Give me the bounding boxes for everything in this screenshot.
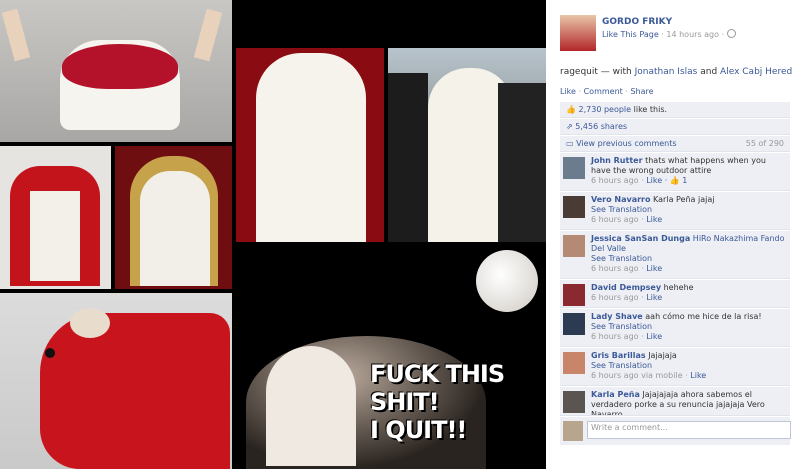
comment-like-count[interactable]: · 👍 1 — [665, 176, 688, 185]
avatar[interactable] — [563, 391, 585, 413]
caption-and: and — [700, 67, 718, 77]
thumbs-up-icon: 👍 — [566, 105, 576, 114]
comment-bubble-icon: ▭ — [566, 139, 574, 148]
shares-row: ⇗ 5,456 shares — [560, 119, 790, 135]
caption-text: ragequit — with — [560, 67, 632, 77]
avatar[interactable] — [563, 421, 583, 441]
comment-item: Gris Barillas Jajajaja See Translation 6… — [560, 348, 790, 386]
see-translation-link[interactable]: See Translation — [591, 254, 652, 263]
view-previous-comments-link[interactable]: View previous comments — [576, 139, 676, 148]
comment-like-link[interactable]: Like — [690, 371, 706, 380]
avatar[interactable] — [563, 284, 585, 306]
comment-time: 6 hours ago via mobile · — [591, 371, 688, 380]
photo-pope-cape-blown — [0, 0, 232, 142]
comment-time: 6 hours ago · — [591, 264, 644, 273]
photo-pope-with-guards — [388, 48, 546, 242]
facebook-post-panel: GORDO FRIKY Like This Page · 14 hours ag… — [546, 0, 800, 469]
globe-icon — [726, 29, 736, 38]
see-translation-link[interactable]: See Translation — [591, 361, 652, 370]
comment-like-link[interactable]: Like — [646, 215, 662, 224]
post-actions: Like · Comment · Share — [560, 87, 654, 96]
comment-text: Jajajaja — [648, 351, 677, 360]
comment-item: Vero Navarro Karla Peña jajaj See Transl… — [560, 192, 790, 230]
photo-collage[interactable]: FUCK THIS SHIT! I QUIT!! — [0, 0, 546, 469]
see-translation-link[interactable]: See Translation — [591, 205, 652, 214]
comment-text: aah cómo me hice de la risa! — [645, 312, 762, 321]
write-comment-row: Write a comment... — [560, 417, 791, 445]
post-caption: ragequit — with Jonathan Islas and Alex … — [560, 67, 800, 77]
comment-like-link[interactable]: Like — [646, 264, 662, 273]
likes-row: 👍 2,730 people like this. — [560, 102, 790, 118]
shares-link[interactable]: 5,456 shares — [575, 122, 627, 131]
comment-like-link[interactable]: Like — [646, 332, 662, 341]
comment-item: John Rutter thats what happens when you … — [560, 153, 790, 191]
photo-pope-mantle-face — [236, 48, 384, 242]
meme-caption: FUCK THIS SHIT! I QUIT!! — [370, 360, 546, 444]
comment-author[interactable]: John Rutter — [591, 156, 643, 165]
comment-author[interactable]: David Dempsey — [591, 283, 661, 292]
comment-author[interactable]: Lady Shave — [591, 312, 643, 321]
comment-time: 6 hours ago · — [591, 176, 644, 185]
meme-line-1: FUCK THIS SHIT! — [370, 360, 505, 416]
comment-item: Karla Peña Jajajajaja ahora sabemos el v… — [560, 387, 790, 416]
avatar[interactable] — [563, 157, 585, 179]
comment-text: hehehe — [663, 283, 694, 292]
share-icon: ⇗ — [566, 122, 573, 131]
like-action[interactable]: Like — [560, 87, 576, 96]
share-action[interactable]: Share — [630, 87, 653, 96]
page-avatar[interactable] — [560, 15, 596, 51]
comment-time: 6 hours ago · — [591, 215, 644, 224]
avatar[interactable] — [563, 313, 585, 335]
page-name-link[interactable]: GORDO FRIKY — [602, 17, 672, 27]
comment-action[interactable]: Comment — [584, 87, 623, 96]
likes-count-link[interactable]: 2,730 people — [579, 105, 632, 114]
comment-like-link[interactable]: Like — [646, 293, 662, 302]
photo-pope-red-cape — [0, 146, 111, 289]
avatar[interactable] — [563, 352, 585, 374]
like-page-link[interactable]: Like This Page — [602, 30, 659, 39]
comment-time: 6 hours ago · — [591, 332, 644, 341]
comment-author[interactable]: Karla Peña — [591, 390, 640, 399]
comment-time: 6 hours ago · — [591, 293, 644, 302]
comment-item: Jessica SanSan Dunga HiRo Nakazhima Fand… — [560, 231, 790, 279]
avatar[interactable] — [563, 196, 585, 218]
scrollbar[interactable] — [792, 0, 800, 469]
see-translation-link[interactable]: See Translation — [591, 322, 652, 331]
meme-line-2: I QUIT!! — [370, 416, 467, 444]
tag-jonathan-islas[interactable]: Jonathan Islas — [635, 67, 698, 77]
previous-comments-row: ▭ View previous comments 55 of 290 — [560, 136, 790, 152]
comment-count: 55 of 290 — [745, 139, 784, 148]
comment-author[interactable]: Gris Barillas — [591, 351, 646, 360]
photo-pope-cape-wind — [0, 293, 232, 469]
tag-alex-heredia[interactable]: Alex Cabj Heredia. — [720, 67, 800, 77]
likes-suffix: like this. — [633, 105, 668, 114]
comment-text: Karla Peña jajaj — [653, 195, 715, 204]
comment-item: David Dempsey hehehe 6 hours ago · Like — [560, 280, 790, 308]
comment-author[interactable]: Vero Navarro — [591, 195, 651, 204]
page-meta: Like This Page · 14 hours ago · — [602, 29, 736, 39]
post-time[interactable]: 14 hours ago — [666, 30, 719, 39]
photo-pope-on-throne — [115, 146, 232, 289]
comment-item: Lady Shave aah cómo me hice de la risa! … — [560, 309, 790, 347]
write-comment-input[interactable]: Write a comment... — [587, 421, 791, 439]
comment-like-link[interactable]: Like — [646, 176, 662, 185]
comment-author[interactable]: Jessica SanSan Dunga — [591, 234, 690, 243]
avatar[interactable] — [563, 235, 585, 257]
